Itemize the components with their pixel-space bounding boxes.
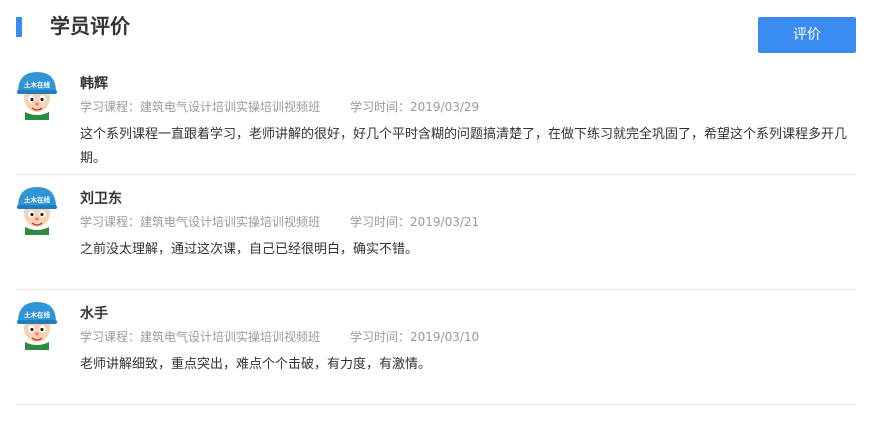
review-time: 学习时间：2019/03/21 xyxy=(350,215,480,229)
review-list: 土木在线 韩辉 学习课程：建筑电气设计培训实操培训视频班学习时间：2019/03… xyxy=(0,60,882,405)
write-review-button[interactable]: 评价 xyxy=(758,17,856,53)
svg-text:土木在线: 土木在线 xyxy=(24,80,51,89)
page-header: 学员评价 评价 xyxy=(0,0,882,60)
review-meta: 学习课程：建筑电气设计培训实操培训视频班 学习时间：2019/03/10 xyxy=(80,328,479,346)
reviewer-name: 刘卫东 xyxy=(80,191,122,207)
user-avatar-icon: 土木在线 xyxy=(17,302,57,350)
review-course: 学习课程：建筑电气设计培训实操培训视频班 xyxy=(80,100,321,114)
review-item: 土木在线 刘卫东 学习课程：建筑电气设计培训实操培训视频班 学习时间：2019/0… xyxy=(0,175,882,290)
reviewer-name: 韩辉 xyxy=(80,76,108,92)
review-comment: 这个系列课程一直跟着学习，老师讲解的很好，好几个平时含糊的问题搞清楚了，在做下练… xyxy=(80,127,848,166)
user-avatar-icon: 土木在线 xyxy=(17,72,57,120)
review-item: 土木在线 水手 学习课程：建筑电气设计培训实操培训视频班 学习时间：2019/03… xyxy=(0,290,882,405)
user-avatar-icon: 土木在线 xyxy=(17,187,57,235)
review-item: 土木在线 韩辉 学习课程：建筑电气设计培训实操培训视频班 学习时间：2019/03… xyxy=(0,60,882,175)
review-comment: 之前没太理解，通过这次课，自己已经很明白，确实不错。 xyxy=(80,242,419,257)
svg-text:土木在线: 土木在线 xyxy=(24,310,51,319)
title-accent-bar xyxy=(16,17,22,37)
review-meta: 学习课程：建筑电气设计培训实操培训视频班 学习时间：2019/03/21 xyxy=(80,213,479,231)
reviewer-name: 水手 xyxy=(80,306,108,322)
review-comment: 老师讲解细致，重点突出，难点个个击破，有力度，有激情。 xyxy=(80,357,432,372)
svg-text:土木在线: 土木在线 xyxy=(24,195,51,204)
review-course: 学习课程：建筑电气设计培训实操培训视频班 xyxy=(80,215,321,229)
review-time: 学习时间：2019/03/10 xyxy=(350,330,480,344)
page-title: 学员评价 xyxy=(50,14,130,38)
review-meta: 学习课程：建筑电气设计培训实操培训视频班 学习时间：2019/03/29 xyxy=(80,98,479,116)
review-course: 学习课程：建筑电气设计培训实操培训视频班 xyxy=(80,330,321,344)
review-time: 学习时间：2019/03/29 xyxy=(350,100,480,114)
divider xyxy=(16,404,856,405)
